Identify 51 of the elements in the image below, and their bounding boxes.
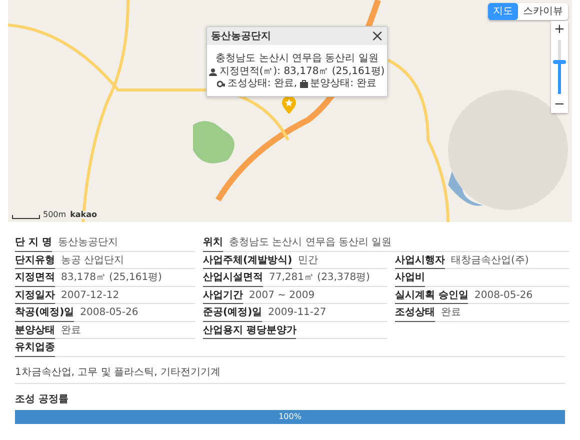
gears-icon [217, 80, 226, 88]
field-value: 농공 산업단지 [61, 254, 124, 266]
field-value: 태창금속산업(주) [451, 254, 529, 266]
field-value: 83,178㎡ (25,161평) [61, 272, 162, 284]
field-label: 산업시설면적 [203, 272, 263, 286]
zoom-out-button[interactable]: − [551, 96, 568, 113]
field-label: 지정면적 [15, 272, 55, 286]
field-value: 2007 ~ 2009 [249, 290, 315, 301]
field-value: 1차금속산업, 고무 및 플라스틱, 기타전기기계 [15, 356, 565, 384]
field-label: 사업기간 [203, 290, 243, 304]
field-label: 실시계획 승인일 [395, 290, 468, 304]
field-label: 지정일자 [15, 290, 55, 304]
field-label: 사업시행자 [395, 254, 445, 269]
popup-text: 조성상태: 완료, [227, 78, 298, 90]
location-pin-icon[interactable] [282, 96, 296, 114]
field-value: 동산농공단지 [58, 237, 118, 248]
field-label: 조성상태 [395, 307, 435, 322]
popup-title: 동산농공단지 [211, 30, 271, 44]
popup-text: 분양상태: 완료 [310, 78, 377, 90]
field-label: 산업용지 평당분양가 [203, 324, 296, 339]
field-label: 사업주체(계발방식) [203, 254, 292, 269]
field-label: 단 지 명 [15, 237, 52, 252]
field-label: 위치 [203, 237, 223, 252]
field-label: 분양상태 [15, 324, 55, 339]
field-value: 2009-11-27 [268, 307, 326, 318]
field-value: 2007-12-12 [61, 290, 120, 301]
field-value: 2008-05-26 [80, 307, 138, 318]
field-label: 단지유형 [15, 254, 55, 269]
field-label: 사업비 [395, 272, 425, 286]
scale-label: 500m [43, 211, 66, 219]
map-logo: kakao [69, 211, 98, 219]
zoom-slider-thumb[interactable] [553, 60, 566, 64]
field-value: 민간 [298, 254, 318, 266]
scale-bar [12, 215, 40, 219]
field-value: 완료 [441, 307, 461, 318]
field-value: 77,281㎡ (23,378평) [269, 272, 370, 284]
popup-text: 지정면적(㎡): 83,178㎡ (25,161평) [219, 66, 385, 78]
field-label: 유치업종 [15, 342, 55, 356]
field-value: 2008-05-26 [474, 290, 533, 301]
briefcase-icon [300, 80, 308, 88]
field-label: 착공(예정)일 [15, 307, 74, 322]
field-value: 충청남도 논산시 연무읍 동산리 일원 [229, 237, 392, 248]
map-type-button[interactable]: 스카이뷰 [518, 3, 568, 20]
popup-address: 충청남도 논산시 연무읍 동산리 일원 [214, 53, 380, 66]
progress-fill: 100% [15, 410, 565, 424]
person-icon [209, 68, 218, 76]
field-label: 준공(예정)일 [203, 307, 262, 322]
close-button[interactable]: × [370, 28, 384, 44]
progress-label: 조성 공정률 [15, 392, 68, 406]
field-value: 완료 [61, 324, 81, 336]
zoom-in-button[interactable]: + [551, 21, 568, 38]
